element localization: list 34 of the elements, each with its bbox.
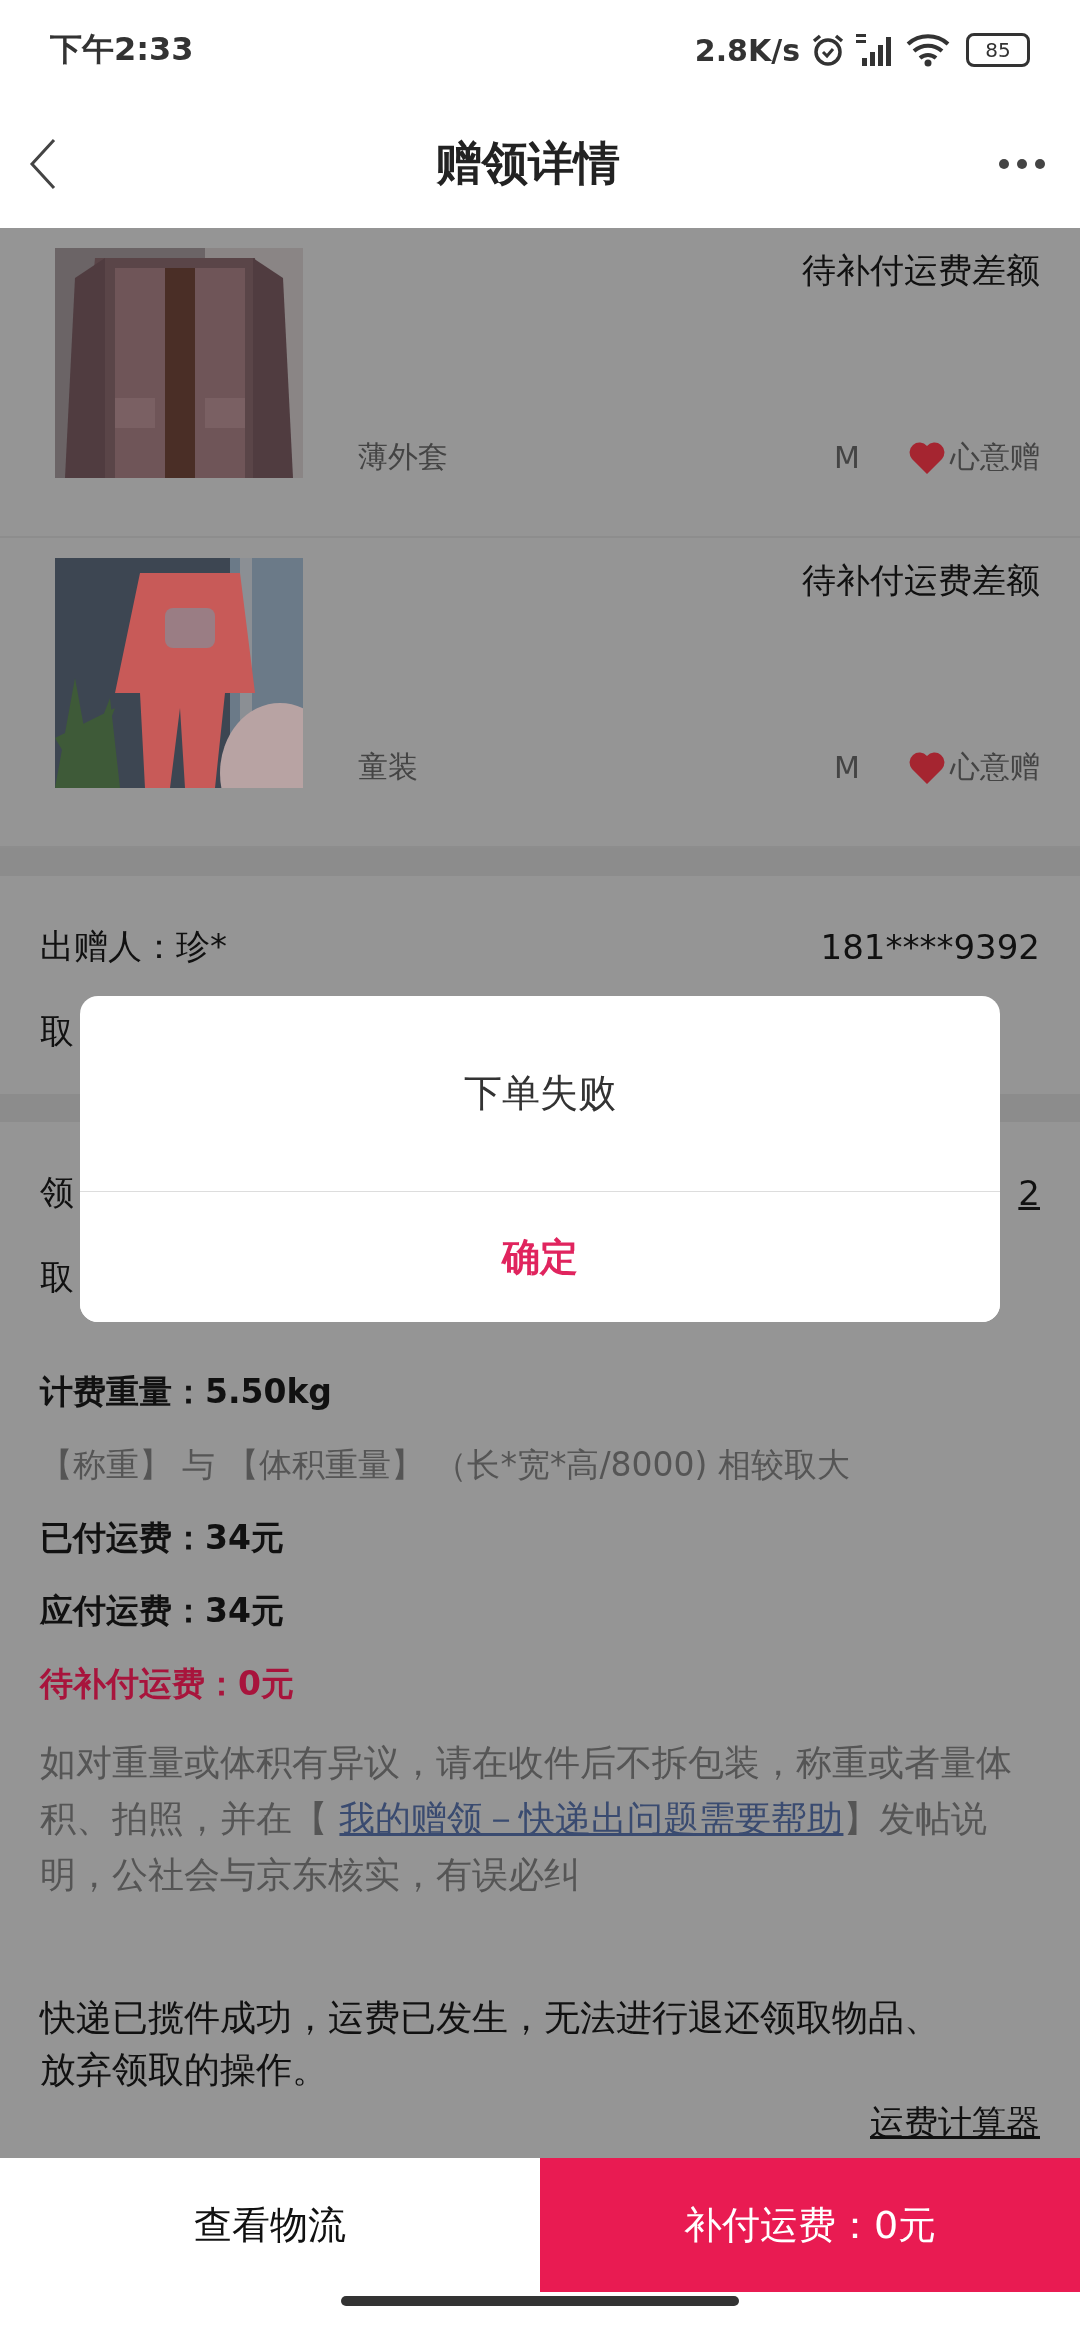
sender-detail: 取: [40, 1009, 74, 1053]
item-size: M: [834, 750, 860, 785]
item-status: 待补付运费差额: [802, 559, 1040, 602]
more-icon[interactable]: [998, 158, 1046, 170]
receiver-detail: 取: [40, 1255, 74, 1299]
item-size: M: [834, 440, 860, 475]
dispute-note: 如对重量或体积有异议，请在收件后不拆包装，称重或者量体积、拍照，并在【 我的赠领－快递出问题需要帮助】发帖说明，公社会与京东核实，有误必纠: [40, 1741, 1013, 1897]
heart-icon: [908, 440, 946, 475]
heart-icon: [908, 750, 946, 785]
sender-name: 出赠人：珍*: [40, 924, 227, 968]
item-tag: 心意赠: [950, 437, 1040, 478]
network-speed: 2.8K/s: [694, 32, 800, 68]
item-name: 薄外套: [358, 438, 449, 476]
due-fee: 应付运费：34元: [40, 1590, 284, 1632]
sender-phone: 181****9392: [820, 926, 1040, 967]
help-link[interactable]: 我的赠领－快递出问题需要帮助: [339, 1798, 844, 1839]
billing-weight: 计费重量：5.50kg: [40, 1371, 332, 1413]
battery-icon: 85: [966, 33, 1030, 67]
item-name: 童装: [358, 748, 419, 786]
action-button[interactable]: 补付运费：0元: [540, 2158, 1080, 2292]
receiver-name: 领: [40, 1170, 74, 1214]
pickup-notice: 快递已揽件成功，运费已发生，无法进行退还领取物品、放弃领取的操作。: [38, 1996, 941, 2092]
item-status: 待补付运费差额: [802, 249, 1040, 292]
pending-fee: 待补付运费：0元: [40, 1663, 294, 1705]
page-title: 赠领详情: [436, 135, 620, 192]
alarm-icon: [810, 32, 846, 68]
receiver-phone: 2: [1018, 1172, 1040, 1213]
item-tag: 心意赠: [950, 747, 1040, 788]
weight-formula: 【称重】 与 【体积重量】 （长*宽*高/8000) 相较取大: [40, 1444, 850, 1486]
wifi-icon: [906, 32, 950, 68]
paid-fee: 已付运费：34元: [40, 1517, 284, 1559]
fee-calculator-link[interactable]: 运费计算器: [870, 2100, 1040, 2146]
back-icon[interactable]: [28, 138, 58, 190]
status-time: 下午2:33: [50, 29, 194, 70]
